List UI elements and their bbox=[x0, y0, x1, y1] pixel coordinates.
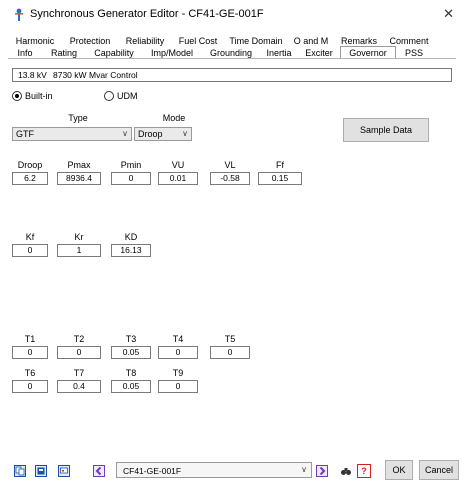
tab-row-bottom: Info Rating Capability Imp/Model Groundi… bbox=[8, 46, 432, 59]
radio-udm-dot[interactable] bbox=[104, 91, 114, 101]
info-mode: Mvar Control bbox=[89, 70, 138, 80]
tab-fuel-cost[interactable]: Fuel Cost bbox=[172, 34, 224, 46]
report-icon[interactable] bbox=[35, 465, 47, 477]
param-label-t9: T9 bbox=[172, 368, 184, 378]
param-field-vu[interactable]: 0.01 bbox=[158, 172, 198, 185]
tab-comment[interactable]: Comment bbox=[384, 34, 434, 46]
generator-info-bar: 13.8 kV 8730 kW Mvar Control bbox=[12, 68, 452, 82]
tab-rating[interactable]: Rating bbox=[42, 46, 86, 58]
param-label-t7: T7 bbox=[73, 368, 85, 378]
tab-grounding[interactable]: Grounding bbox=[202, 46, 260, 58]
type-label: Type bbox=[68, 113, 88, 123]
generator-app-icon bbox=[15, 8, 23, 21]
element-selector-value: CF41-GE-001F bbox=[123, 466, 182, 476]
tab-info[interactable]: Info bbox=[8, 46, 42, 58]
param-field-t6[interactable]: 0 bbox=[12, 380, 48, 393]
tab-remarks[interactable]: Remarks bbox=[334, 34, 384, 46]
param-label-t5: T5 bbox=[224, 334, 236, 344]
radio-builtin-label: Built-in bbox=[25, 91, 53, 101]
window-title: Synchronous Generator Editor - CF41-GE-0… bbox=[30, 8, 264, 20]
param-label-pmin: Pmin bbox=[120, 160, 142, 170]
info-kv: 13.8 kV bbox=[18, 70, 47, 80]
tab-exciter[interactable]: Exciter bbox=[298, 46, 340, 58]
param-label-kr: Kr bbox=[74, 232, 84, 242]
param-label-droop: Droop bbox=[17, 160, 43, 170]
title-bar: Synchronous Generator Editor - CF41-GE-0… bbox=[0, 0, 464, 30]
radio-udm[interactable]: UDM bbox=[104, 91, 138, 101]
type-select[interactable]: GTF ∨ bbox=[12, 127, 132, 141]
library-icon[interactable] bbox=[58, 465, 70, 477]
param-field-t1[interactable]: 0 bbox=[12, 346, 48, 359]
copy-icon[interactable] bbox=[14, 465, 26, 477]
param-field-t9[interactable]: 0 bbox=[158, 380, 198, 393]
param-label-t4: T4 bbox=[172, 334, 184, 344]
param-field-t5[interactable]: 0 bbox=[210, 346, 250, 359]
param-field-vl[interactable]: -0.58 bbox=[210, 172, 250, 185]
param-field-t2[interactable]: 0 bbox=[57, 346, 101, 359]
info-kw: 8730 kW bbox=[53, 70, 87, 80]
param-label-t8: T8 bbox=[125, 368, 137, 378]
param-label-ff: Ff bbox=[276, 160, 284, 170]
param-label-pmax: Pmax bbox=[67, 160, 91, 170]
tab-inertia[interactable]: Inertia bbox=[260, 46, 298, 58]
chevron-down-icon: ∨ bbox=[122, 129, 128, 138]
element-selector[interactable]: CF41-GE-001F ∨ bbox=[116, 462, 312, 478]
radio-builtin[interactable]: Built-in bbox=[12, 91, 53, 101]
param-field-droop[interactable]: 6.2 bbox=[12, 172, 48, 185]
cancel-button[interactable]: Cancel bbox=[419, 460, 459, 480]
param-label-t6: T6 bbox=[24, 368, 36, 378]
tab-o-and-m[interactable]: O and M bbox=[288, 34, 334, 46]
radio-udm-label: UDM bbox=[117, 91, 138, 101]
chevron-down-icon: ∨ bbox=[301, 465, 307, 474]
tab-harmonic[interactable]: Harmonic bbox=[8, 34, 62, 46]
param-field-kd[interactable]: 16.13 bbox=[111, 244, 151, 257]
previous-arrow-icon[interactable] bbox=[93, 465, 105, 477]
param-field-ff[interactable]: 0.15 bbox=[258, 172, 302, 185]
param-label-t3: T3 bbox=[125, 334, 137, 344]
param-label-kf: Kf bbox=[25, 232, 35, 242]
mode-label: Mode bbox=[162, 113, 186, 123]
tab-pss[interactable]: PSS bbox=[396, 46, 432, 58]
param-label-kd: KD bbox=[124, 232, 138, 242]
tab-row-top: Harmonic Protection Reliability Fuel Cos… bbox=[8, 34, 434, 46]
param-label-vl: VL bbox=[224, 160, 236, 170]
close-icon[interactable]: ✕ bbox=[443, 6, 454, 22]
param-field-t7[interactable]: 0.4 bbox=[57, 380, 101, 393]
binoculars-icon[interactable] bbox=[340, 465, 352, 477]
help-icon[interactable]: ? bbox=[357, 464, 371, 478]
mode-select[interactable]: Droop ∨ bbox=[134, 127, 192, 141]
tab-imp-model[interactable]: Imp/Model bbox=[142, 46, 202, 58]
chevron-down-icon: ∨ bbox=[182, 129, 188, 138]
tab-panel-divider bbox=[8, 58, 456, 59]
radio-builtin-dot[interactable] bbox=[12, 91, 22, 101]
param-field-pmin[interactable]: 0 bbox=[111, 172, 151, 185]
param-field-kf[interactable]: 0 bbox=[12, 244, 48, 257]
next-arrow-icon[interactable] bbox=[316, 465, 328, 477]
mode-select-value: Droop bbox=[138, 129, 163, 139]
type-select-value: GTF bbox=[16, 129, 34, 139]
param-label-vu: VU bbox=[171, 160, 185, 170]
param-field-t8[interactable]: 0.05 bbox=[111, 380, 151, 393]
ok-button[interactable]: OK bbox=[385, 460, 413, 480]
sample-data-button[interactable]: Sample Data bbox=[343, 118, 429, 142]
param-field-kr[interactable]: 1 bbox=[57, 244, 101, 257]
tab-time-domain[interactable]: Time Domain bbox=[224, 34, 288, 46]
tab-reliability[interactable]: Reliability bbox=[118, 34, 172, 46]
param-field-pmax[interactable]: 8936.4 bbox=[57, 172, 101, 185]
tab-capability[interactable]: Capability bbox=[86, 46, 142, 58]
param-label-t2: T2 bbox=[73, 334, 85, 344]
tab-protection[interactable]: Protection bbox=[62, 34, 118, 46]
param-field-t3[interactable]: 0.05 bbox=[111, 346, 151, 359]
param-label-t1: T1 bbox=[24, 334, 36, 344]
param-field-t4[interactable]: 0 bbox=[158, 346, 198, 359]
